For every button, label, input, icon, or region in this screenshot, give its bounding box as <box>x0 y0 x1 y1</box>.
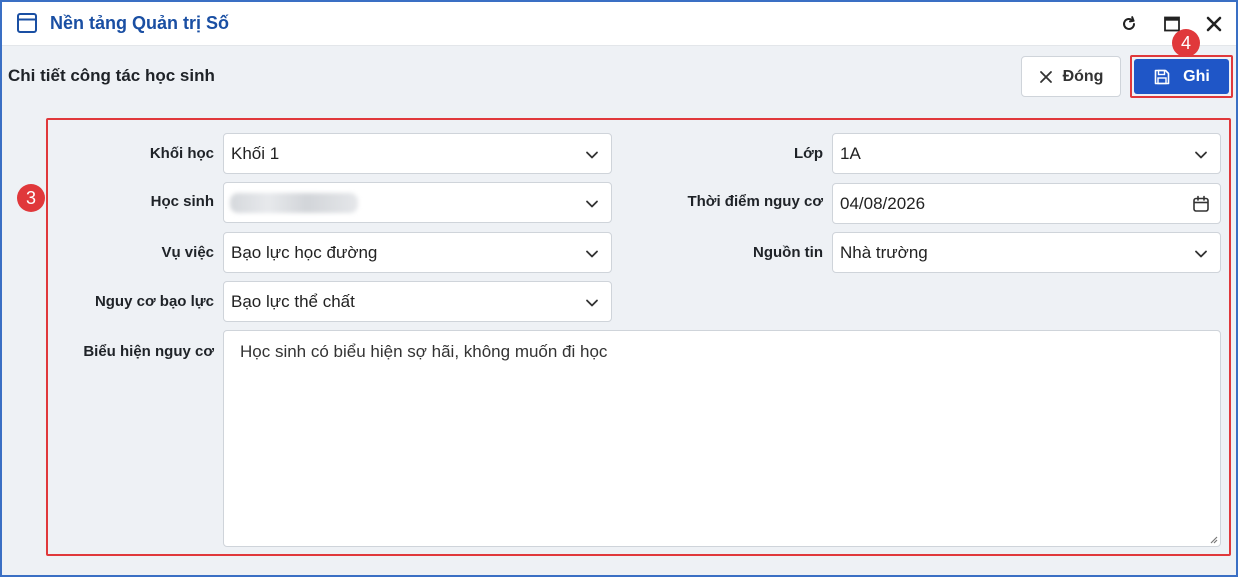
violence-risk-select[interactable]: Bạo lực thể chất <box>223 281 612 322</box>
title-bar: Nền tảng Quản trị Số <box>2 2 1236 46</box>
incident-value: Bạo lực học đường <box>231 243 378 262</box>
save-button-label: Ghi <box>1183 67 1210 85</box>
student-select[interactable] <box>223 182 612 223</box>
source-value: Nhà trường <box>840 243 928 262</box>
risk-signs-textarea[interactable]: Học sinh có biểu hiện sợ hãi, không muốn… <box>223 330 1221 547</box>
x-icon <box>1039 70 1052 83</box>
incident-label: Vụ việc <box>161 244 214 261</box>
incident-select[interactable]: Bạo lực học đường <box>223 232 612 273</box>
violence-risk-label: Nguy cơ bạo lực <box>94 293 214 310</box>
refresh-icon[interactable] <box>1119 14 1139 34</box>
page-title: Chi tiết công tác học sinh <box>8 66 215 85</box>
risk-time-label: Thời điểm nguy cơ <box>687 193 823 210</box>
source-label: Nguồn tin <box>753 244 823 261</box>
close-button[interactable]: Đóng <box>1021 56 1121 97</box>
chevron-down-icon <box>586 250 598 258</box>
class-select[interactable]: 1A <box>832 133 1221 174</box>
violence-risk-value: Bạo lực thể chất <box>231 292 355 311</box>
student-name-redacted <box>230 193 358 213</box>
close-icon[interactable] <box>1204 14 1224 34</box>
risk-signs-label: Biểu hiện nguy cơ <box>83 343 214 360</box>
chevron-down-icon <box>586 299 598 307</box>
app-title: Nền tảng Quản trị Số <box>50 13 230 33</box>
chevron-down-icon <box>586 200 598 208</box>
risk-signs-value: Học sinh có biểu hiện sợ hãi, không muốn… <box>240 342 608 361</box>
class-label: Lớp <box>794 145 823 162</box>
step-badge-form: 3 <box>17 184 45 212</box>
save-highlight: Ghi <box>1130 55 1233 98</box>
page-header: Chi tiết công tác học sinh Đóng Ghi <box>2 47 1236 107</box>
chevron-down-icon <box>1195 151 1207 159</box>
chevron-down-icon <box>586 151 598 159</box>
window-icon <box>17 13 37 33</box>
calendar-icon[interactable] <box>1192 195 1210 213</box>
source-select[interactable]: Nhà trường <box>832 232 1221 273</box>
grade-value: Khối 1 <box>231 144 280 163</box>
close-button-label: Đóng <box>1062 67 1104 85</box>
class-value: 1A <box>840 144 861 163</box>
grade-label: Khối học <box>149 145 214 162</box>
chevron-down-icon <box>1195 250 1207 258</box>
step-badge-save: 4 <box>1172 29 1200 57</box>
app-window: Nền tảng Quản trị Số Chi tiết công tác h… <box>0 0 1238 577</box>
save-button[interactable]: Ghi <box>1134 59 1229 94</box>
risk-time-value: 04/08/2026 <box>840 194 926 213</box>
floppy-disk-icon <box>1154 69 1170 84</box>
resize-handle-icon[interactable] <box>1208 534 1218 544</box>
student-label: Học sinh <box>150 193 214 210</box>
grade-select[interactable]: Khối 1 <box>223 133 612 174</box>
risk-time-datepicker[interactable]: 04/08/2026 <box>832 183 1221 224</box>
